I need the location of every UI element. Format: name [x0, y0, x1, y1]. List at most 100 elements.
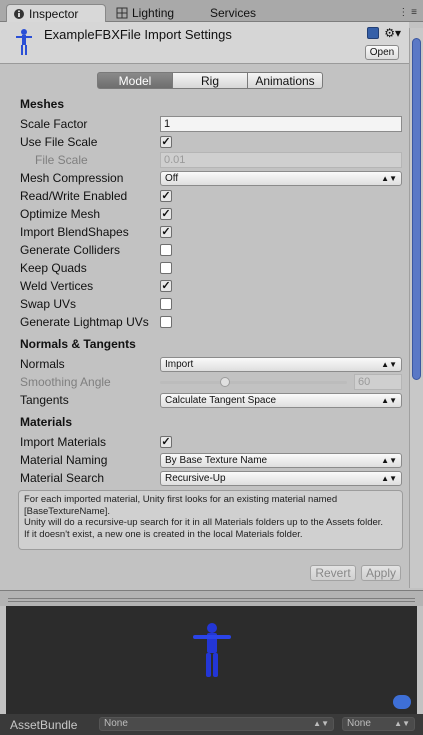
- import-settings-panel: Model Rig Animations Meshes Scale Factor…: [6, 64, 409, 589]
- normals-row: Normals Import ▲▼: [20, 355, 408, 373]
- apply-button[interactable]: Apply: [361, 565, 401, 581]
- material-search-dropdown[interactable]: Recursive-Up ▲▼: [160, 471, 402, 486]
- tab-lighting[interactable]: Lighting: [112, 4, 208, 22]
- assetbundle-variant-value: None: [347, 718, 371, 729]
- window-menu-icon[interactable]: ⋮ ≡: [398, 7, 417, 18]
- tangents-row: Tangents Calculate Tangent Space ▲▼: [20, 391, 408, 409]
- file-scale-row: File Scale 0.01: [20, 151, 408, 169]
- mesh-compression-label: Mesh Compression: [20, 171, 124, 185]
- material-search-value: Recursive-Up: [165, 473, 226, 484]
- mesh-compression-dropdown[interactable]: Off ▲▼: [160, 171, 402, 186]
- character-model-preview: [193, 623, 231, 677]
- scrollbar-thumb[interactable]: [412, 38, 421, 380]
- help-text-line: For each imported material, Unity first …: [24, 494, 338, 517]
- tab-animations[interactable]: Animations: [247, 72, 323, 89]
- material-naming-label: Material Naming: [20, 453, 108, 467]
- normals-heading: Normals & Tangents: [20, 337, 136, 351]
- mesh-compression-row: Mesh Compression Off ▲▼: [20, 169, 408, 187]
- file-scale-input: 0.01: [160, 152, 402, 168]
- material-naming-value: By Base Texture Name: [165, 455, 268, 466]
- label-tag-icon[interactable]: [393, 695, 411, 709]
- assetbundle-variant-dropdown[interactable]: None ▲▼: [342, 717, 415, 731]
- swap-uvs-row: Swap UVs: [20, 295, 408, 313]
- normals-value: Import: [165, 359, 194, 370]
- tab-services[interactable]: Services: [210, 4, 300, 22]
- dropdown-arrow-icon: ▲▼: [381, 360, 397, 369]
- tab-rig[interactable]: Rig: [172, 72, 248, 89]
- preview-divider[interactable]: [0, 590, 423, 606]
- generate-colliders-row: Generate Colliders: [20, 241, 408, 259]
- dropdown-arrow-icon: ▲▼: [381, 174, 397, 183]
- use-file-scale-checkbox[interactable]: ✓: [160, 136, 172, 148]
- use-file-scale-row: Use File Scale ✓: [20, 133, 408, 151]
- lightmap-uvs-row: Generate Lightmap UVs: [20, 313, 408, 331]
- keep-quads-checkbox[interactable]: [160, 262, 172, 274]
- inspector-header: ExampleFBXFile Import Settings ⚙▾ Open: [0, 22, 409, 64]
- smoothing-angle-input: 60: [354, 374, 402, 390]
- generate-colliders-checkbox[interactable]: [160, 244, 172, 256]
- import-materials-checkbox[interactable]: ✓: [160, 436, 172, 448]
- open-button[interactable]: Open: [365, 45, 399, 60]
- lightmap-uvs-label: Generate Lightmap UVs: [20, 315, 149, 329]
- smoothing-angle-label: Smoothing Angle: [20, 375, 111, 389]
- tab-inspector-label: Inspector: [29, 6, 79, 21]
- help-text-line: Unity will do a recursive-up search for …: [24, 517, 384, 528]
- model-preview[interactable]: [6, 606, 417, 714]
- weld-vertices-label: Weld Vertices: [20, 279, 94, 293]
- divider-grip: [8, 598, 415, 599]
- material-naming-row: Material Naming By Base Texture Name ▲▼: [20, 451, 408, 469]
- tangents-value: Calculate Tangent Space: [165, 395, 277, 406]
- dropdown-arrow-icon: ▲▼: [381, 396, 397, 405]
- import-materials-label: Import Materials: [20, 435, 107, 449]
- lightmap-uvs-checkbox[interactable]: [160, 316, 172, 328]
- file-scale-label: File Scale: [35, 153, 88, 167]
- tangents-label: Tangents: [20, 393, 69, 407]
- help-text-line: If it doesn't exist, a new one is create…: [24, 528, 303, 540]
- tab-inspector[interactable]: Inspector: [6, 4, 106, 22]
- import-blendshapes-row: Import BlendShapes ✓: [20, 223, 408, 241]
- page-title: ExampleFBXFile Import Settings: [44, 27, 232, 42]
- optimize-mesh-checkbox[interactable]: ✓: [160, 208, 172, 220]
- generate-colliders-label: Generate Colliders: [20, 243, 121, 257]
- read-write-checkbox[interactable]: ✓: [160, 190, 172, 202]
- materials-heading: Materials: [20, 415, 73, 429]
- weld-vertices-checkbox[interactable]: ✓: [160, 280, 172, 292]
- lighting-grid-icon: [116, 7, 128, 19]
- tab-services-label: Services: [210, 6, 257, 20]
- info-icon: [14, 8, 24, 19]
- keep-quads-label: Keep Quads: [20, 261, 87, 275]
- tangents-dropdown[interactable]: Calculate Tangent Space ▲▼: [160, 393, 402, 408]
- swap-uvs-label: Swap UVs: [20, 297, 77, 311]
- read-write-row: Read/Write Enabled ✓: [20, 187, 408, 205]
- scale-factor-input[interactable]: 1: [160, 116, 402, 132]
- tab-model[interactable]: Model: [97, 72, 173, 89]
- smoothing-angle-row: Smoothing Angle 60: [20, 373, 408, 391]
- use-file-scale-label: Use File Scale: [20, 135, 98, 149]
- tab-lighting-label: Lighting: [132, 6, 175, 20]
- dropdown-arrow-icon: ▲▼: [381, 456, 397, 465]
- scale-factor-row: Scale Factor 1: [20, 115, 408, 133]
- optimize-mesh-label: Optimize Mesh: [20, 207, 101, 221]
- weld-vertices-row: Weld Vertices ✓: [20, 277, 408, 295]
- import-blendshapes-label: Import BlendShapes: [20, 225, 129, 239]
- divider-grip: [8, 601, 415, 602]
- mode-tabs: Model Rig Animations: [97, 72, 323, 89]
- assetbundle-bar: AssetBundle None ▲▼ None ▲▼: [0, 714, 423, 735]
- assetbundle-value: None: [104, 718, 128, 729]
- gear-icon[interactable]: ⚙▾: [384, 26, 401, 40]
- scale-factor-label: Scale Factor: [20, 117, 88, 131]
- assetbundle-dropdown[interactable]: None ▲▼: [99, 717, 334, 731]
- meshes-heading: Meshes: [20, 97, 65, 111]
- assetbundle-label: AssetBundle: [10, 718, 78, 732]
- normals-dropdown[interactable]: Import ▲▼: [160, 357, 402, 372]
- help-book-icon[interactable]: [367, 27, 380, 39]
- materials-help-box: For each imported material, Unity first …: [18, 490, 403, 550]
- smoothing-angle-slider: [160, 377, 347, 387]
- scrollbar[interactable]: [409, 28, 423, 588]
- read-write-label: Read/Write Enabled: [20, 189, 128, 203]
- import-blendshapes-checkbox[interactable]: ✓: [160, 226, 172, 238]
- material-naming-dropdown[interactable]: By Base Texture Name ▲▼: [160, 453, 402, 468]
- swap-uvs-checkbox[interactable]: [160, 298, 172, 310]
- revert-button[interactable]: Revert: [310, 565, 356, 581]
- dropdown-arrow-icon: ▲▼: [313, 719, 329, 728]
